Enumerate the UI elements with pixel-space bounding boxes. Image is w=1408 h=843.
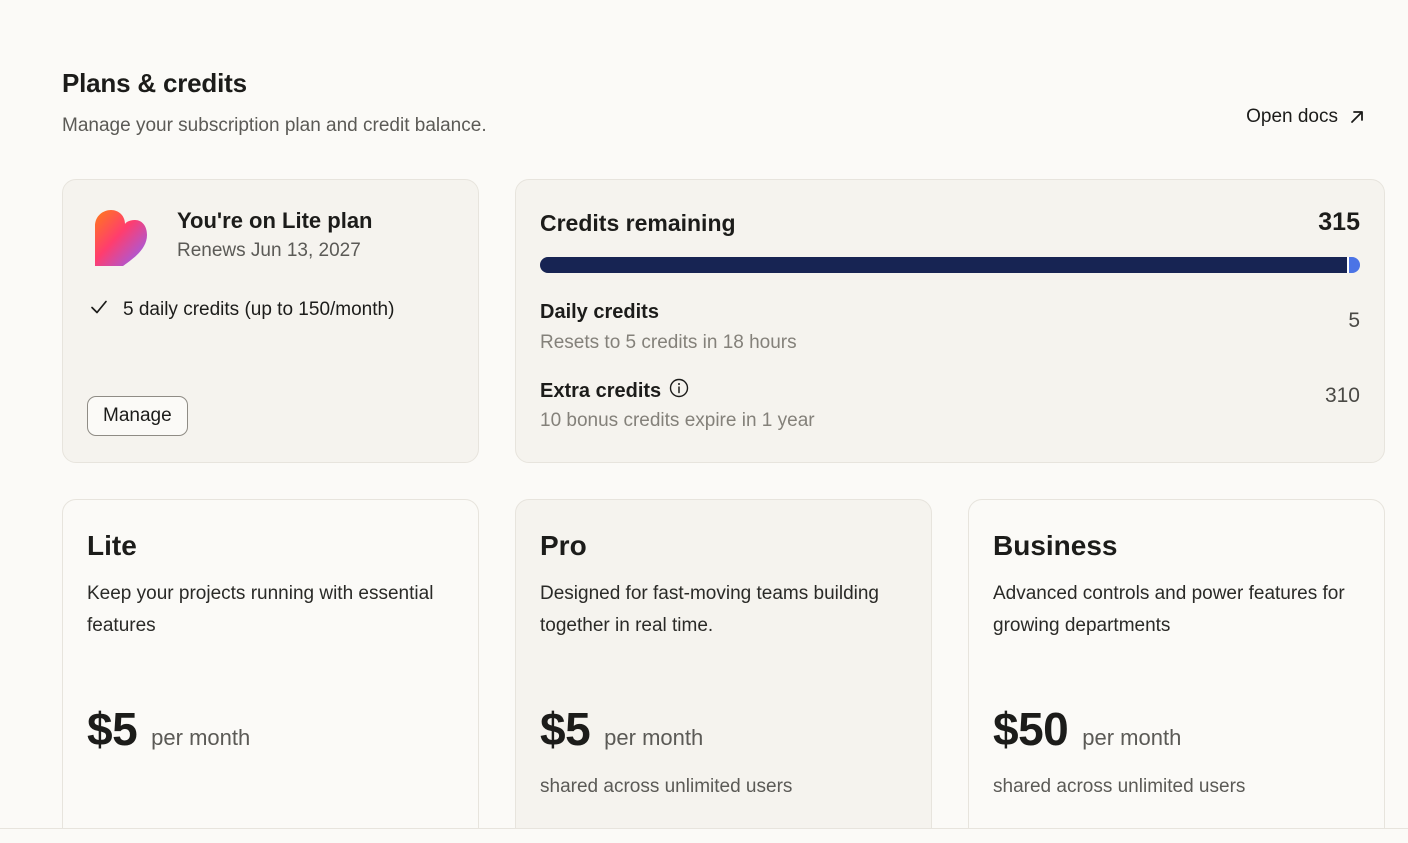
- plan-tier-price: $5: [540, 703, 591, 755]
- page-subtitle: Manage your subscription plan and credit…: [62, 115, 487, 136]
- plan-name: You're on Lite plan: [177, 208, 373, 233]
- plan-card-business[interactable]: Business Advanced controls and power fea…: [968, 499, 1385, 843]
- progress-daily-segment: [1348, 257, 1360, 273]
- daily-credits-reset-text: Resets to 5 credits in 18 hours: [540, 332, 797, 353]
- progress-extra-segment: [540, 257, 1347, 273]
- plan-tier-note: shared across unlimited users: [540, 776, 793, 797]
- plan-tier-period: per month: [604, 725, 704, 750]
- manage-button[interactable]: Manage: [87, 396, 188, 436]
- plans-and-credits-page: Plans & credits Manage your subscription…: [0, 0, 1408, 843]
- plan-feature-item: 5 daily credits (up to 150/month): [89, 297, 394, 323]
- open-docs-label: Open docs: [1246, 106, 1338, 127]
- plan-tier-name: Business: [993, 530, 1118, 561]
- credits-title: Credits remaining: [540, 210, 736, 236]
- plan-tier-name: Lite: [87, 530, 137, 561]
- info-icon[interactable]: [669, 378, 689, 404]
- extra-credits-expiry-text: 10 bonus credits expire in 1 year: [540, 410, 815, 431]
- plan-card-pro[interactable]: Pro Designed for fast-moving teams build…: [515, 499, 932, 843]
- credits-card: Credits remaining 315 Daily credits Rese…: [515, 179, 1385, 463]
- bottom-divider: [0, 828, 1408, 843]
- credits-total: 315: [1318, 208, 1360, 236]
- plan-card-lite[interactable]: Lite Keep your projects running with ess…: [62, 499, 479, 843]
- plan-tier-name: Pro: [540, 530, 587, 561]
- plan-tier-price: $5: [87, 703, 138, 755]
- plan-tier-price: $50: [993, 703, 1069, 755]
- plan-feature-text: 5 daily credits (up to 150/month): [123, 299, 395, 320]
- plan-tier-price-row: $5 per month: [540, 702, 703, 756]
- plan-tier-description: Designed for fast-moving teams building …: [540, 583, 880, 636]
- plan-tier-price-row: $5 per month: [87, 702, 250, 756]
- plan-tier-period: per month: [1082, 725, 1182, 750]
- plan-renewal-date: Renews Jun 13, 2027: [177, 240, 361, 261]
- plan-tier-note: shared across unlimited users: [993, 776, 1246, 797]
- plan-tier-description: Keep your projects running with essentia…: [87, 583, 434, 636]
- heart-logo-icon: [93, 210, 147, 266]
- plan-tier-price-row: $50 per month: [993, 702, 1181, 756]
- daily-credits-value: 5: [1348, 309, 1360, 332]
- daily-credits-label: Daily credits: [540, 301, 659, 323]
- page-title: Plans & credits: [62, 68, 247, 98]
- credits-progress-bar: [540, 257, 1360, 273]
- open-docs-link[interactable]: Open docs: [1246, 106, 1366, 128]
- extra-credits-label: Extra credits: [540, 379, 662, 402]
- plan-tier-description: Advanced controls and power features for…: [993, 583, 1345, 636]
- current-plan-card: You're on Lite plan Renews Jun 13, 2027 …: [62, 179, 479, 463]
- check-icon: [89, 297, 109, 323]
- extra-credits-value: 310: [1324, 384, 1360, 407]
- plan-tier-period: per month: [151, 725, 251, 750]
- arrow-up-right-icon: [1348, 108, 1366, 126]
- extra-credits-heading: Extra credits: [540, 378, 689, 404]
